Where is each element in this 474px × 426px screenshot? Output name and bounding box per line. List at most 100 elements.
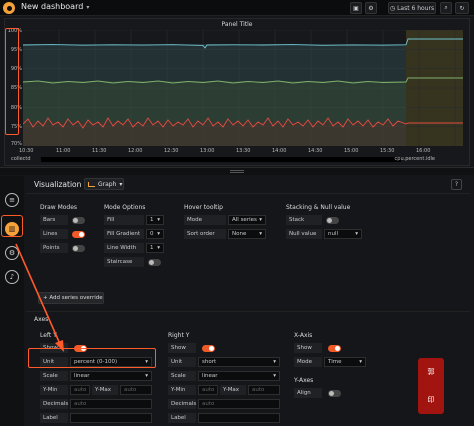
left-y-max-input[interactable]: auto bbox=[120, 385, 152, 395]
right-y-max-input[interactable]: auto bbox=[248, 385, 280, 395]
legend-item-cpu-idle[interactable]: cpu.percent.idle bbox=[395, 156, 435, 162]
chevron-down-icon: ▾ bbox=[157, 231, 160, 237]
chevron-down-icon: ▾ bbox=[259, 231, 262, 237]
bars-label: Bars bbox=[40, 215, 68, 225]
left-y-scale-select[interactable]: linear ▾ bbox=[70, 371, 152, 381]
left-y-max-placeholder: auto bbox=[124, 387, 137, 393]
null-value-select[interactable]: null ▾ bbox=[324, 229, 362, 239]
fill-gradient-value: 0 bbox=[150, 231, 154, 237]
stack-toggle[interactable] bbox=[326, 217, 339, 224]
x-tick-label: 11:30 bbox=[92, 148, 107, 154]
fill-gradient-label: Fill Gradient bbox=[104, 229, 144, 239]
hover-tooltip-title: Hover tooltip bbox=[184, 204, 223, 211]
fill-label: Fill bbox=[104, 215, 144, 225]
right-y-unit-select[interactable]: short ▾ bbox=[198, 357, 280, 367]
right-y-show-label: Show bbox=[168, 343, 196, 353]
visualization-label: Visualization bbox=[34, 180, 82, 189]
panel-title[interactable]: Panel Title bbox=[5, 21, 469, 28]
dashboard-title[interactable]: New dashboard ▾ bbox=[21, 2, 89, 11]
time-range-picker[interactable]: ◷ Last 6 hours bbox=[388, 2, 436, 14]
database-icon[interactable]: ≡ bbox=[5, 193, 19, 207]
legend-series-strip bbox=[41, 157, 401, 162]
visualization-picker[interactable]: Graph ▾ bbox=[84, 178, 124, 190]
bars-toggle[interactable] bbox=[72, 217, 85, 224]
help-button[interactable]: ? bbox=[451, 179, 462, 190]
gear-icon[interactable]: ⚙ bbox=[365, 2, 377, 14]
graph-plot-area[interactable] bbox=[23, 30, 463, 146]
x-tick-label: 15:00 bbox=[344, 148, 359, 154]
x-axis-show-toggle[interactable] bbox=[328, 345, 341, 352]
right-y-label-input[interactable] bbox=[198, 413, 280, 423]
x-tick-label: 15:30 bbox=[380, 148, 395, 154]
staircase-label: Staircase bbox=[104, 257, 144, 267]
left-y-decimals-input[interactable]: auto bbox=[70, 399, 152, 409]
drag-handle-icon[interactable] bbox=[230, 170, 244, 173]
left-y-label-input[interactable] bbox=[70, 413, 152, 423]
time-range-label: Last 6 hours bbox=[397, 4, 435, 12]
x-tick-label: 14:30 bbox=[308, 148, 323, 154]
right-y-decimals-input[interactable]: auto bbox=[198, 399, 280, 409]
graph-legend: collectd cpu.percent.idle bbox=[11, 156, 465, 163]
top-navbar: New dashboard ▾ ▣ ⚙ ◷ Last 6 hours ⌕ ↻ bbox=[0, 0, 474, 16]
sort-order-select[interactable]: None ▾ bbox=[228, 229, 266, 239]
panel-resize-splitter[interactable] bbox=[0, 167, 474, 175]
x-tick-label: 13:00 bbox=[200, 148, 215, 154]
chevron-down-icon: ▾ bbox=[157, 217, 160, 223]
right-y-scale-select[interactable]: linear ▾ bbox=[198, 371, 280, 381]
left-y-scale-label: Scale bbox=[40, 371, 68, 381]
sort-order-label: Sort order bbox=[184, 229, 226, 239]
graph-icon bbox=[88, 181, 95, 187]
points-label: Points bbox=[40, 243, 68, 253]
bell-alert-icon[interactable]: ♪ bbox=[5, 270, 19, 284]
right-y-min-input[interactable]: auto bbox=[198, 385, 218, 395]
x-axis-title: X-Axis bbox=[294, 332, 313, 339]
legend-item-collectd[interactable]: collectd bbox=[11, 156, 31, 162]
left-y-decimals-label: Decimals bbox=[40, 399, 68, 409]
add-series-override-label: Add series override bbox=[49, 295, 103, 301]
grafana-logo-icon[interactable] bbox=[3, 2, 15, 14]
x-tick-label: 13:30 bbox=[236, 148, 251, 154]
visualization-row: Visualization Graph ▾ ? bbox=[26, 176, 470, 194]
gear-settings-icon[interactable]: ⚙ bbox=[5, 246, 19, 260]
right-y-unit-label: Unit bbox=[168, 357, 196, 367]
y-axes-title: Y-Axes bbox=[294, 377, 314, 384]
right-y-min-placeholder: auto bbox=[202, 387, 215, 393]
axes-title: Axes bbox=[34, 316, 49, 323]
points-toggle[interactable] bbox=[72, 245, 85, 252]
x-axis-mode-select[interactable]: Time ▾ bbox=[324, 357, 366, 367]
hover-mode-value: All series bbox=[232, 217, 257, 223]
refresh-icon[interactable]: ↻ bbox=[455, 2, 469, 14]
align-toggle[interactable] bbox=[328, 390, 341, 397]
x-axis-show-label: Show bbox=[294, 343, 322, 353]
x-tick-label: 12:00 bbox=[128, 148, 143, 154]
chevron-down-icon: ▾ bbox=[359, 359, 362, 365]
fill-value: 1 bbox=[150, 217, 154, 223]
right-y-min-label: Y-Min bbox=[168, 385, 196, 395]
right-y-unit-value: short bbox=[202, 359, 217, 365]
save-icon[interactable]: ▣ bbox=[350, 2, 362, 14]
left-y-label-label: Label bbox=[40, 413, 68, 423]
line-width-select[interactable]: 1 ▾ bbox=[146, 243, 164, 253]
fill-gradient-select[interactable]: 0 ▾ bbox=[146, 229, 164, 239]
clock-icon: ◷ bbox=[389, 4, 398, 12]
left-y-min-input[interactable]: auto bbox=[70, 385, 90, 395]
red-series-fill bbox=[23, 122, 406, 146]
chevron-down-icon: ▾ bbox=[145, 373, 148, 379]
mode-options-title: Mode Options bbox=[104, 204, 146, 211]
hover-mode-select[interactable]: All series ▾ bbox=[228, 215, 266, 225]
x-tick-label: 10:30 bbox=[19, 148, 34, 154]
right-y-max-placeholder: auto bbox=[252, 387, 265, 393]
fill-select[interactable]: 1 ▾ bbox=[146, 215, 164, 225]
align-label: Align bbox=[294, 388, 322, 398]
null-value-value: null bbox=[328, 231, 339, 237]
line-width-label: Line Width bbox=[104, 243, 144, 253]
zoom-out-icon[interactable]: ⌕ bbox=[440, 2, 452, 14]
lines-toggle[interactable] bbox=[72, 231, 85, 238]
add-series-override-button[interactable]: + Add series override bbox=[38, 292, 104, 304]
y-tick-label: 70% bbox=[10, 141, 22, 147]
graph-panel: Panel Title 100% 95% 90% 85% 80% 75% 70%… bbox=[4, 18, 470, 166]
x-tick-label: 11:00 bbox=[56, 148, 71, 154]
visualization-type: Graph bbox=[98, 180, 117, 188]
right-y-show-toggle[interactable] bbox=[202, 345, 215, 352]
staircase-toggle[interactable] bbox=[148, 259, 161, 266]
